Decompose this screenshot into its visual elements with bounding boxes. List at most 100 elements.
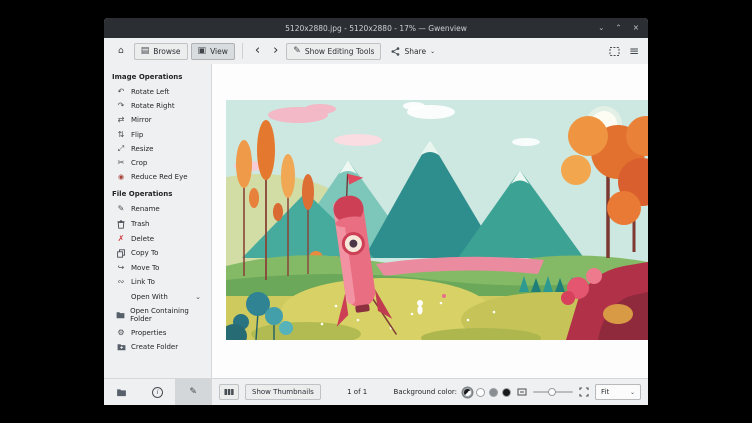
sidebar-item-trash[interactable]: Trash xyxy=(104,217,211,232)
view-mode-button[interactable]: ▣ View xyxy=(191,43,235,60)
thumbnail-bar-icon xyxy=(224,388,234,396)
sidebar-item-reduce-red-eye[interactable]: ◉ Reduce Red Eye xyxy=(104,170,211,184)
item-label: Open Containing Folder xyxy=(130,307,205,323)
item-label: Resize xyxy=(131,145,153,153)
resize-icon: ⤢ xyxy=(116,145,126,153)
tab-operations[interactable]: ✎ xyxy=(175,379,211,405)
file-operations-header: File Operations xyxy=(104,184,211,202)
show-thumbnails-label: Show Thumbnails xyxy=(252,388,314,396)
swatch-auto[interactable] xyxy=(463,388,472,397)
item-label: Link To xyxy=(131,278,155,286)
browse-mode-button[interactable]: ▤ Browse xyxy=(134,43,188,60)
sidebar-item-open-with[interactable]: Open With ⌄ xyxy=(104,289,211,303)
background-color-swatches xyxy=(463,388,511,397)
sidebar-item-rotate-left[interactable]: ↶ Rotate Left xyxy=(104,85,211,99)
sidebar-item-resize[interactable]: ⤢ Resize xyxy=(104,142,211,156)
link-icon: ∾ xyxy=(116,278,126,286)
chevron-down-icon: ⌄ xyxy=(195,293,205,301)
info-icon: i xyxy=(152,387,163,398)
trash-icon xyxy=(116,220,126,229)
item-label: Properties xyxy=(131,329,166,337)
sidebar-item-copy-to[interactable]: Copy To xyxy=(104,246,211,261)
rotate-right-icon: ↷ xyxy=(116,102,126,110)
home-button[interactable]: ⌂ xyxy=(111,43,131,59)
browse-label: Browse xyxy=(153,47,180,56)
sidebar-item-flip[interactable]: ⇅ Flip xyxy=(104,128,211,142)
sidebar-item-link-to[interactable]: ∾ Link To xyxy=(104,275,211,289)
sidebar-item-properties[interactable]: ⚙ Properties xyxy=(104,326,211,340)
sidebar-item-crop[interactable]: ✂ Crop xyxy=(104,156,211,170)
crop-icon: ✂ xyxy=(116,159,126,167)
show-editing-tools-button[interactable]: ✎ Show Editing Tools xyxy=(286,43,381,60)
image-viewport[interactable] xyxy=(212,64,648,379)
swatch-black[interactable] xyxy=(502,388,511,397)
minimize-button[interactable]: ⌄ xyxy=(598,18,604,38)
home-icon: ⌂ xyxy=(118,47,124,55)
desktop-background: 5120x2880.jpg - 5120x2880 - 17% — Gwenvi… xyxy=(0,0,752,423)
statusbar: Show Thumbnails 1 of 1 Background color: xyxy=(212,379,648,405)
flip-icon: ⇅ xyxy=(116,131,126,139)
delete-icon: ✗ xyxy=(116,235,126,243)
view-icon: ▣ xyxy=(198,47,207,55)
item-label: Reduce Red Eye xyxy=(131,173,188,181)
move-icon: ↪ xyxy=(116,264,126,272)
red-eye-icon: ◉ xyxy=(116,173,126,181)
folder-open-icon xyxy=(116,311,125,319)
tab-information[interactable]: i xyxy=(140,379,176,405)
image-operations-header: Image Operations xyxy=(104,67,211,85)
hamburger-menu-button[interactable]: ≡ xyxy=(629,44,639,58)
sidebar-item-mirror[interactable]: ⇄ Mirror xyxy=(104,113,211,127)
gwenview-window: 5120x2880.jpg - 5120x2880 - 17% — Gwenvi… xyxy=(104,18,648,405)
zoom-mode-select[interactable]: Fit ⌄ xyxy=(595,384,641,400)
item-label: Rotate Left xyxy=(131,88,169,96)
sidebar-item-move-to[interactable]: ↪ Move To xyxy=(104,261,211,275)
sidebar-item-rotate-right[interactable]: ↷ Rotate Right xyxy=(104,99,211,113)
view-label: View xyxy=(210,47,228,56)
item-label: Delete xyxy=(131,235,154,243)
close-button[interactable]: × xyxy=(633,18,639,38)
chevron-down-icon: ⌄ xyxy=(630,389,635,396)
zoom-slider[interactable] xyxy=(533,387,573,397)
swatch-white[interactable] xyxy=(476,388,485,397)
image-content xyxy=(226,100,648,340)
item-label: Create Folder xyxy=(131,343,178,351)
properties-icon: ⚙ xyxy=(116,329,126,337)
tab-folders[interactable] xyxy=(104,379,140,405)
item-label: Rename xyxy=(131,205,160,213)
thumbnail-bar-toggle[interactable] xyxy=(219,384,239,400)
item-label: Crop xyxy=(131,159,147,167)
sidebar-item-delete[interactable]: ✗ Delete xyxy=(104,232,211,246)
forward-button[interactable]: › xyxy=(268,40,283,62)
share-button[interactable]: Share ⌄ xyxy=(384,43,442,60)
item-label: Flip xyxy=(131,131,143,139)
window-title: 5120x2880.jpg - 5120x2880 - 17% — Gwenvi… xyxy=(104,24,648,33)
zoom-actual-size-icon[interactable] xyxy=(579,387,589,397)
sidebar-item-open-containing-folder[interactable]: Open Containing Folder xyxy=(104,304,211,326)
selection-icon[interactable] xyxy=(609,46,620,57)
zoom-mode-value: Fit xyxy=(601,388,609,396)
sidebar-tabs: i ✎ xyxy=(104,379,212,405)
sidebar-item-create-folder[interactable]: Create Folder xyxy=(104,340,211,354)
zoom-fit-icon[interactable] xyxy=(517,387,527,397)
pencil-icon: ✎ xyxy=(189,387,197,397)
show-editing-tools-label: Show Editing Tools xyxy=(305,47,375,56)
swatch-gray[interactable] xyxy=(489,388,498,397)
share-icon xyxy=(391,47,400,56)
folder-icon xyxy=(116,388,127,397)
sidebar-item-rename[interactable]: ✎ Rename xyxy=(104,202,211,216)
share-label: Share xyxy=(404,47,426,56)
back-button[interactable]: ‹ xyxy=(250,40,265,62)
browse-icon: ▤ xyxy=(141,47,150,55)
item-label: Trash xyxy=(131,220,150,228)
item-label: Copy To xyxy=(131,249,158,257)
item-label: Move To xyxy=(131,264,159,272)
share-chevron-icon: ⌄ xyxy=(430,48,435,55)
edit-tools-icon: ✎ xyxy=(293,47,301,55)
background-color-label: Background color: xyxy=(394,388,457,396)
zoom-slider-knob[interactable] xyxy=(548,388,556,396)
titlebar[interactable]: 5120x2880.jpg - 5120x2880 - 17% — Gwenvi… xyxy=(104,18,648,38)
image-counter: 1 of 1 xyxy=(347,388,367,396)
maximize-button[interactable]: ⌃ xyxy=(615,18,621,38)
main-toolbar: ⌂ ▤ Browse ▣ View ‹ › ✎ Show Editing Too… xyxy=(104,38,648,65)
show-thumbnails-button[interactable]: Show Thumbnails xyxy=(245,384,321,400)
